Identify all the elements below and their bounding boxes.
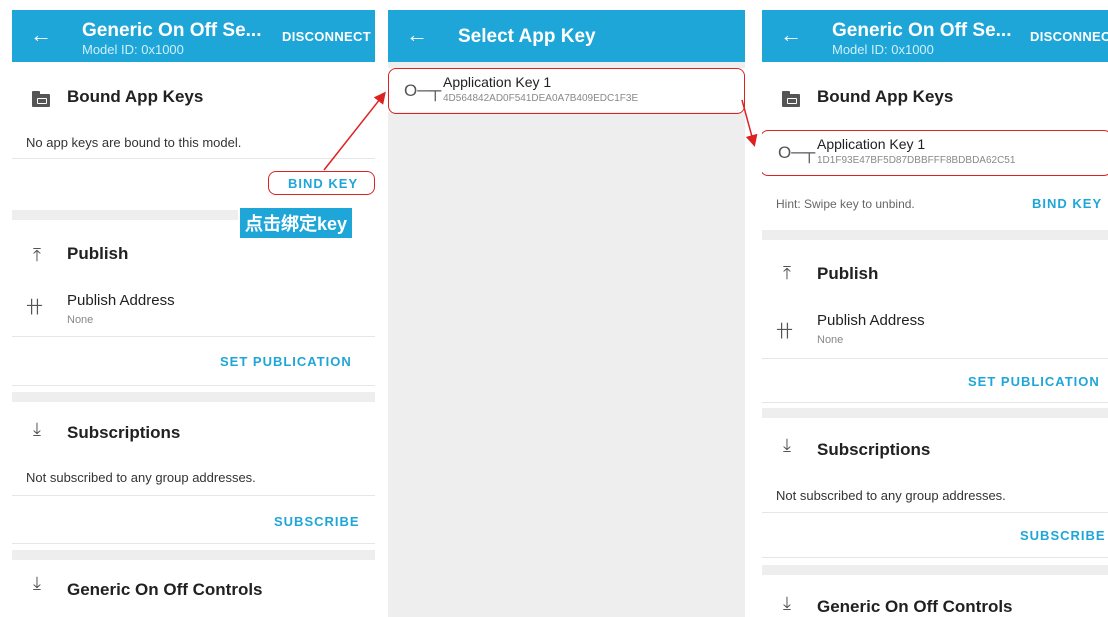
generic-on-off-controls-title: Generic On Off Controls [817,597,1013,616]
divider [12,158,375,159]
section-gap [12,210,238,220]
publish-icon: ⤒ [33,245,41,265]
screen-model-before: ← Generic On Off Se... Model ID: 0x1000 … [12,10,375,617]
publish-address-value: None [817,334,844,346]
app-bar: ← Select App Key [388,10,745,62]
publish-address-label: Publish Address [817,312,925,329]
disconnect-button[interactable]: DISCONNECT [282,29,371,44]
subscriptions-title: Subscriptions [67,423,181,442]
set-publication-button[interactable]: SET PUBLICATION [968,374,1100,389]
divider [12,495,375,496]
no-subscriptions-text: Not subscribed to any group addresses. [776,488,1006,503]
app-key-highlight [388,68,745,114]
bind-key-button[interactable]: BIND KEY [288,176,358,191]
back-arrow-icon[interactable]: ← [406,24,428,46]
divider [12,543,375,544]
publish-icon: ⤒ [783,263,791,283]
app-bar-title: Generic On Off Se... [832,20,1012,41]
swipe-hint-text: Hint: Swipe key to unbind. [776,197,915,211]
section-gap [12,392,375,402]
divider [12,385,375,386]
download-icon: ⤓ [33,419,41,439]
generic-on-off-controls-title: Generic On Off Controls [67,580,263,599]
back-arrow-icon[interactable]: ← [30,24,52,46]
no-subscriptions-text: Not subscribed to any group addresses. [26,470,256,485]
no-app-keys-text: No app keys are bound to this model. [26,135,242,150]
section-gap [762,408,1108,418]
subscribe-button[interactable]: SUBSCRIBE [274,514,360,529]
subscribe-button[interactable]: SUBSCRIBE [1020,528,1106,543]
section-gap [12,550,375,560]
annotation-label: 点击绑定key [240,208,353,238]
divider [12,336,375,337]
publish-title: Publish [67,244,129,263]
disconnect-button[interactable]: DISCONNECT [1030,29,1108,44]
publish-title: Publish [817,264,879,283]
app-bar-title: Generic On Off Se... [82,20,262,41]
app-bar-subtitle: Model ID: 0x1000 [82,42,184,57]
divider [762,557,1108,558]
divider [762,512,1108,513]
bound-key-highlight [762,130,1108,176]
bind-key-button[interactable]: BIND KEY [1032,196,1102,211]
app-bar-title: Select App Key [458,26,596,47]
network-tree-icon: 卄 [26,298,43,317]
divider [762,358,1108,359]
folder-key-icon [782,91,800,107]
download-icon: ⤓ [783,593,791,613]
download-icon: ⤓ [33,573,41,593]
subscriptions-title: Subscriptions [817,440,931,459]
publish-address-value: None [67,314,94,326]
set-publication-button[interactable]: SET PUBLICATION [220,354,352,369]
divider [762,402,1108,403]
app-bar: ← Generic On Off Se... Model ID: 0x1000 … [762,10,1108,62]
section-gap [762,565,1108,575]
section-gap [762,230,1108,240]
download-icon: ⤓ [783,435,791,455]
screen-model-after: ← Generic On Off Se... Model ID: 0x1000 … [762,10,1108,617]
publish-address-label: Publish Address [67,292,175,309]
back-arrow-icon[interactable]: ← [780,24,802,46]
bound-app-keys-title: Bound App Keys [67,87,204,106]
app-bar-subtitle: Model ID: 0x1000 [832,42,934,57]
network-tree-icon: 卄 [776,322,793,341]
screen-select-app-key: ← Select App Key O─┬ Application Key 1 4… [388,10,745,617]
app-bar: ← Generic On Off Se... Model ID: 0x1000 … [12,10,375,62]
folder-key-icon [32,91,50,107]
bound-app-keys-title: Bound App Keys [817,87,954,106]
